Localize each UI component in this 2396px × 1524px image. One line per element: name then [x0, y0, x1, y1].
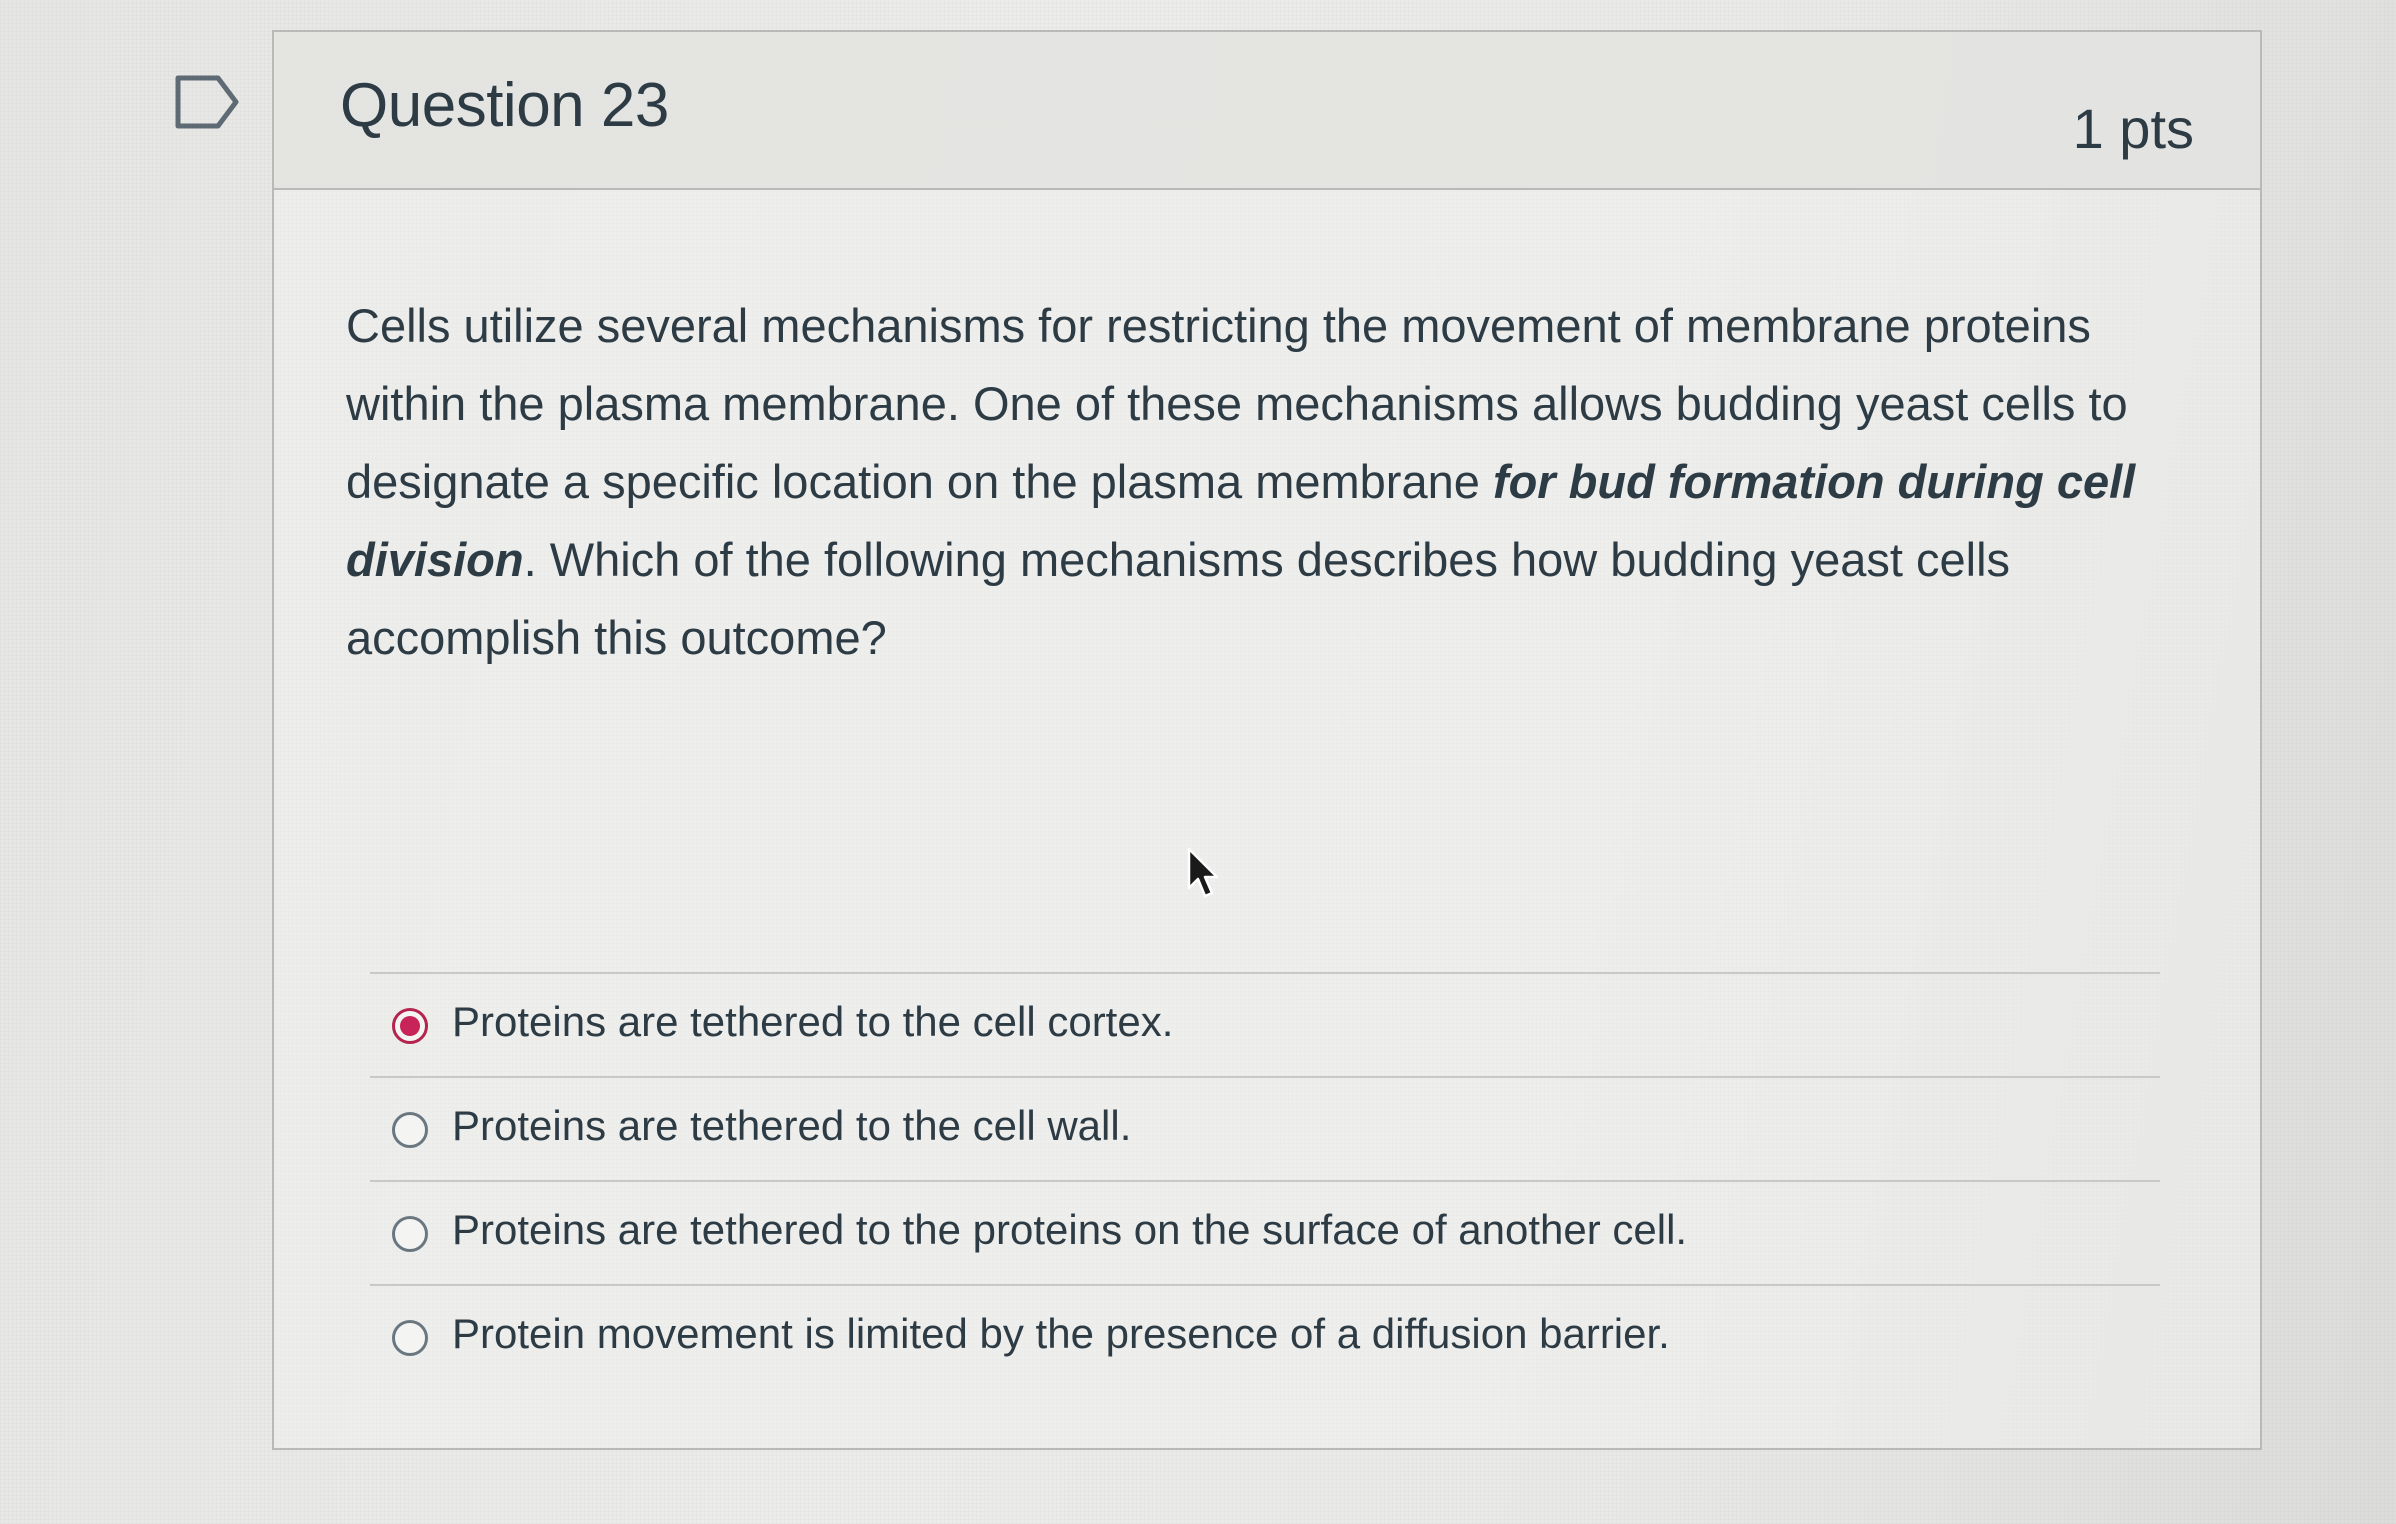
question-header: Question 23 1 pts: [274, 32, 2260, 190]
answer-list: Proteins are tethered to the cell cortex…: [370, 972, 2160, 1388]
answer-option[interactable]: Protein movement is limited by the prese…: [370, 1284, 2160, 1388]
flag-question-icon[interactable]: [174, 72, 240, 132]
answer-option[interactable]: Proteins are tethered to the cell wall.: [370, 1076, 2160, 1180]
question-card: Question 23 1 pts Cells utilize several …: [272, 30, 2262, 1450]
answer-label[interactable]: Proteins are tethered to the cell wall.: [452, 1102, 1131, 1150]
answer-label[interactable]: Proteins are tethered to the proteins on…: [452, 1206, 1687, 1254]
radio-button-selected[interactable]: [392, 1008, 428, 1044]
radio-button[interactable]: [392, 1112, 428, 1148]
answer-option[interactable]: Proteins are tethered to the cell cortex…: [370, 972, 2160, 1076]
radio-button[interactable]: [392, 1320, 428, 1356]
radio-button[interactable]: [392, 1216, 428, 1252]
answer-label[interactable]: Proteins are tethered to the cell cortex…: [452, 998, 1173, 1046]
mouse-pointer-icon: [1187, 847, 1219, 898]
answer-label[interactable]: Protein movement is limited by the prese…: [452, 1310, 1670, 1358]
question-title: Question 23: [340, 71, 669, 140]
question-text-part2: . Which of the following mechanisms desc…: [346, 533, 2011, 664]
question-points: 1 pts: [2072, 97, 2194, 160]
question-text: Cells utilize several mechanisms for res…: [346, 287, 2136, 677]
answer-option[interactable]: Proteins are tethered to the proteins on…: [370, 1180, 2160, 1284]
